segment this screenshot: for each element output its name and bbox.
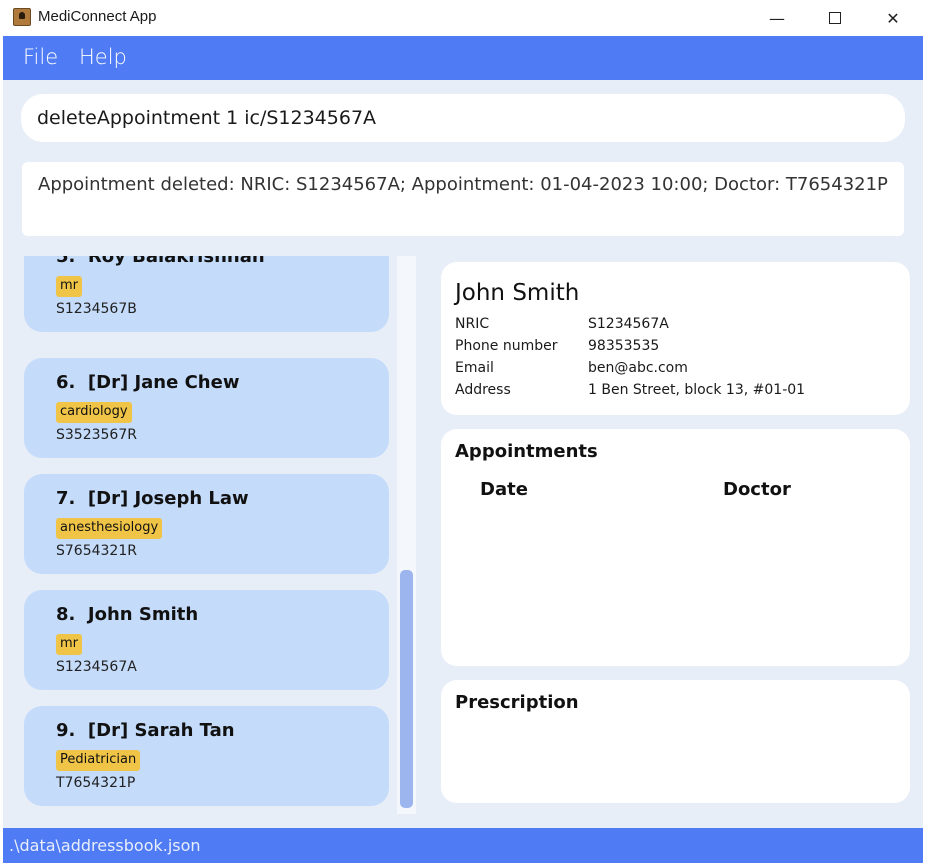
person-name: 7. [Dr] Joseph Law [56, 488, 249, 509]
list-scrollbar[interactable] [397, 256, 416, 814]
detail-value: 1 Ben Street, block 13, #01-01 [588, 382, 806, 398]
person-tag: anesthesiology [56, 518, 163, 539]
prescription-title: Prescription [455, 692, 579, 713]
menu-bar: File Help [3, 36, 923, 80]
detail-value: ben@abc.com [588, 360, 688, 376]
person-name: 5. Roy Balakrishnan [56, 256, 265, 267]
status-bar: .\data\addressbook.json [3, 828, 923, 863]
detail-value: 98353535 [588, 338, 660, 354]
person-tag: cardiology [56, 402, 132, 423]
list-item[interactable]: 9. [Dr] Sarah Tan Pediatrician T7654321P [24, 706, 389, 806]
person-name: 8. John Smith [56, 604, 199, 625]
result-display: Appointment deleted: NRIC: S1234567A; Ap… [22, 162, 904, 236]
minimize-button[interactable]: — [748, 0, 806, 36]
appointments-title: Appointments [455, 441, 598, 462]
person-nric: T7654321P [56, 775, 136, 791]
person-tag: mr [56, 634, 83, 655]
close-button[interactable]: ✕ [864, 0, 922, 36]
prescription-panel: Prescription [441, 680, 910, 803]
list-item[interactable]: 7. [Dr] Joseph Law anesthesiology S76543… [24, 474, 389, 574]
doctor-column-header: Doctor [723, 479, 791, 500]
person-tag: mr [56, 276, 83, 297]
menu-help[interactable]: Help [79, 45, 127, 69]
person-list[interactable]: 5. Roy Balakrishnan mr S1234567B 6. [Dr]… [3, 256, 415, 816]
save-location: .\data\addressbook.json [9, 836, 201, 855]
person-nric: S1234567A [56, 659, 137, 675]
detail-label: Phone number [455, 338, 558, 354]
minimize-icon: — [769, 8, 785, 28]
close-icon: ✕ [886, 8, 900, 28]
title-bar: MediConnect App — ✕ [0, 0, 926, 36]
command-input[interactable] [21, 94, 905, 142]
list-item[interactable]: 8. John Smith mr S1234567A [24, 590, 389, 690]
person-name: 6. [Dr] Jane Chew [56, 372, 240, 393]
detail-label: NRIC [455, 316, 490, 332]
menu-file[interactable]: File [23, 45, 58, 69]
window-title: MediConnect App [38, 8, 157, 25]
detail-label: Address [455, 382, 511, 398]
detail-value: S1234567A [588, 316, 669, 332]
appointments-panel: Appointments Date Doctor [441, 429, 910, 666]
scrollbar-thumb[interactable] [400, 570, 413, 808]
person-detail-panel: John Smith NRIC S1234567A Phone number 9… [441, 262, 910, 415]
date-column-header: Date [480, 479, 528, 500]
person-name: 9. [Dr] Sarah Tan [56, 720, 235, 741]
detail-name: John Smith [455, 280, 580, 306]
maximize-button[interactable] [806, 0, 864, 36]
person-nric: S7654321R [56, 543, 137, 559]
main-area: Appointment deleted: NRIC: S1234567A; Ap… [3, 80, 923, 828]
person-tag: Pediatrician [56, 750, 141, 771]
list-item[interactable]: 5. Roy Balakrishnan mr S1234567B [24, 256, 389, 332]
list-item[interactable]: 6. [Dr] Jane Chew cardiology S3523567R [24, 358, 389, 458]
person-nric: S3523567R [56, 427, 137, 443]
person-nric: S1234567B [56, 301, 137, 317]
app-icon [13, 8, 31, 26]
maximize-icon [829, 12, 841, 24]
detail-label: Email [455, 360, 494, 376]
